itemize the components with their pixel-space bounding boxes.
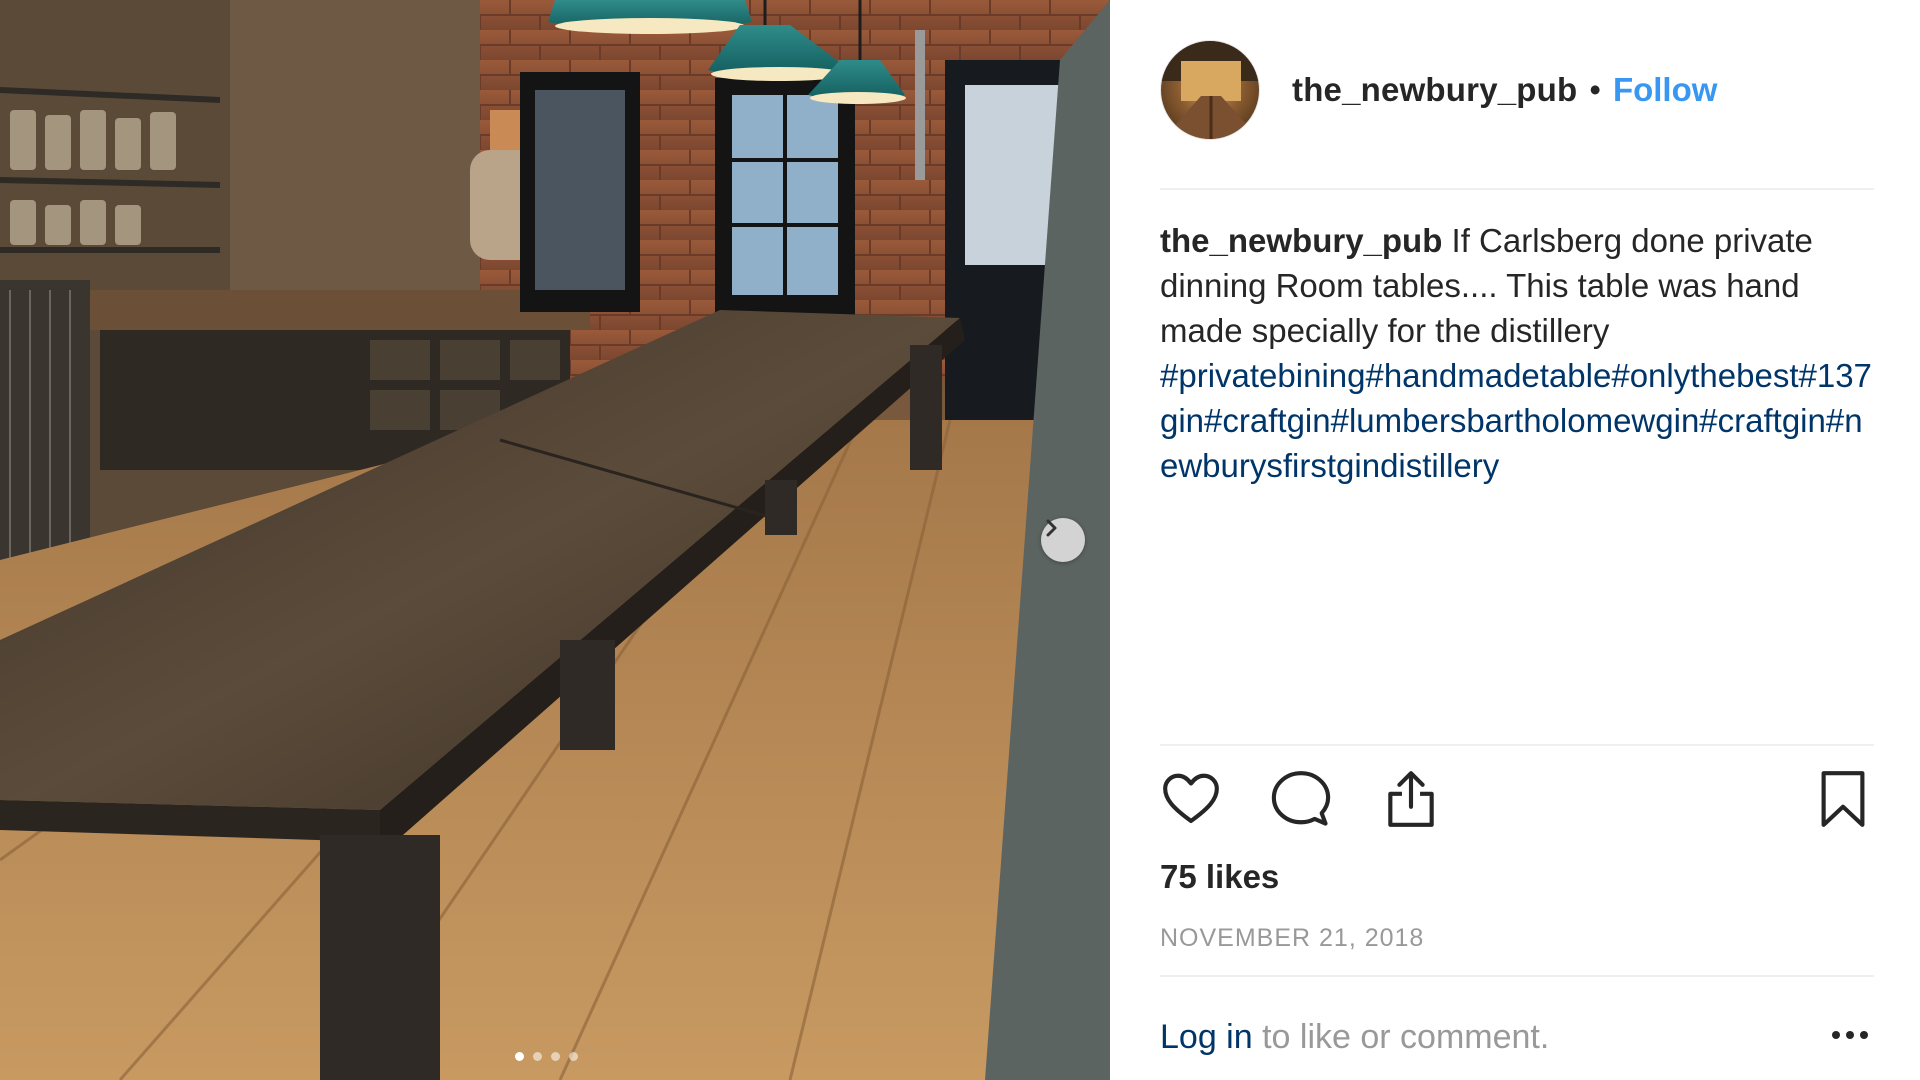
caption-hashtags[interactable]: #privatebining#handmadetable#onlythebest… bbox=[1160, 357, 1872, 484]
like-button[interactable] bbox=[1160, 768, 1222, 835]
like-count[interactable]: 75 likes bbox=[1160, 858, 1279, 896]
header-divider bbox=[1160, 188, 1874, 190]
separator-dot: • bbox=[1589, 71, 1601, 108]
bookmark-icon bbox=[1821, 771, 1865, 827]
post-header: the_newbury_pub • Follow bbox=[1160, 38, 1717, 142]
comment-icon bbox=[1271, 771, 1331, 826]
share-button[interactable] bbox=[1380, 768, 1442, 835]
save-button[interactable] bbox=[1812, 768, 1874, 835]
more-options-button[interactable] bbox=[1830, 1028, 1870, 1046]
post-image[interactable] bbox=[0, 0, 1110, 1080]
comment-button[interactable] bbox=[1270, 768, 1332, 835]
heart-icon bbox=[1163, 773, 1219, 824]
distillery-room-photo bbox=[0, 0, 1110, 1080]
login-prompt-text: to like or comment. bbox=[1252, 1018, 1550, 1056]
avatar-image bbox=[1161, 41, 1259, 139]
next-slide-button[interactable] bbox=[1041, 518, 1085, 562]
post-sidebar: the_newbury_pub • Follow the_newbury_pub… bbox=[1110, 0, 1920, 1080]
carousel-indicator bbox=[515, 1052, 578, 1061]
footer-divider bbox=[1160, 975, 1874, 977]
login-prompt: Log in to like or comment. bbox=[1160, 1018, 1549, 1057]
more-options-icon bbox=[1832, 1031, 1868, 1039]
login-link[interactable]: Log in bbox=[1160, 1018, 1253, 1056]
actions-divider bbox=[1160, 744, 1874, 746]
chevron-right-icon bbox=[1046, 519, 1057, 537]
carousel-dot bbox=[551, 1052, 560, 1061]
caption-username[interactable]: the_newbury_pub bbox=[1160, 222, 1442, 259]
carousel-dot bbox=[569, 1052, 578, 1061]
carousel-dot bbox=[515, 1052, 524, 1061]
carousel-dot bbox=[533, 1052, 542, 1061]
username-link[interactable]: the_newbury_pub bbox=[1292, 71, 1577, 109]
post-caption: the_newbury_pub If Carlsberg done privat… bbox=[1160, 218, 1880, 488]
action-bar bbox=[1160, 768, 1874, 834]
follow-button[interactable]: Follow bbox=[1613, 71, 1717, 109]
share-icon bbox=[1388, 771, 1434, 827]
post-date: NOVEMBER 21, 2018 bbox=[1160, 924, 1425, 952]
avatar[interactable] bbox=[1160, 40, 1260, 140]
